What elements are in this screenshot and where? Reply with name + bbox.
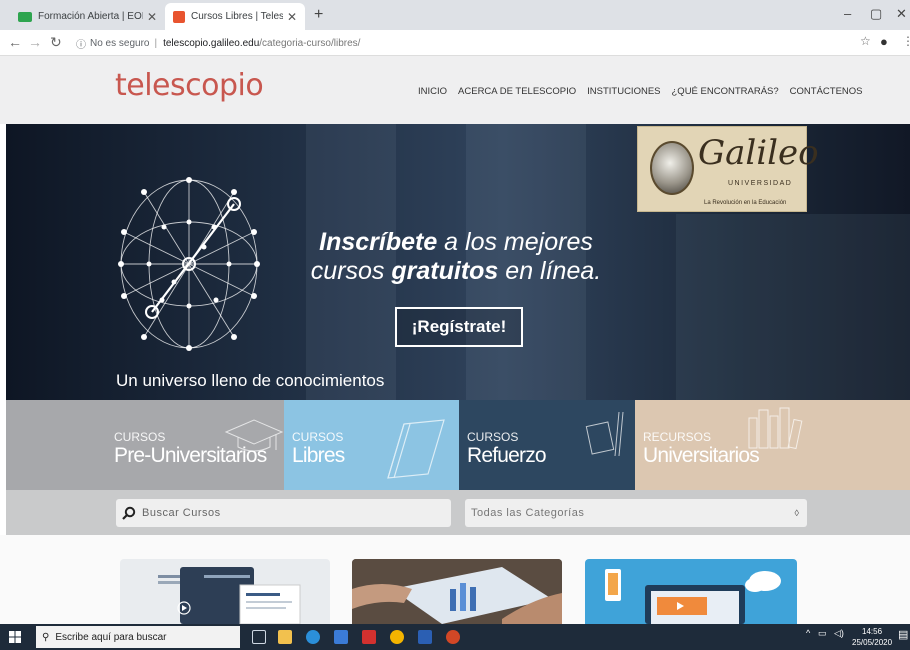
taskbar-clock[interactable]: 14:56 25/05/2020 bbox=[852, 626, 892, 648]
telescopio-favicon-icon bbox=[173, 10, 185, 23]
profile-icon[interactable]: ● bbox=[880, 34, 888, 49]
category-select[interactable]: Todas las Categorías ◊ bbox=[465, 499, 807, 527]
clock-date: 25/05/2020 bbox=[852, 638, 893, 647]
badge-name: Galileo bbox=[698, 133, 819, 173]
search-input[interactable]: Buscar Cursos bbox=[116, 499, 451, 527]
windows-start-icon[interactable] bbox=[9, 631, 21, 643]
category-universitarios[interactable]: RECURSOS Universitarios bbox=[635, 400, 910, 490]
url-host: telescopio.galileo.edu bbox=[163, 37, 260, 49]
browser-tab-eoi[interactable]: Formación Abierta | EOI ✕ bbox=[10, 3, 165, 30]
galileo-university-badge[interactable]: Galileo UNIVERSIDAD La Revolución en la … bbox=[637, 126, 819, 212]
hero-banner: Inscríbete a los mejores cursos gratuito… bbox=[6, 124, 910, 400]
nav-que-encontraras[interactable]: ¿QUÉ ENCONTRARÁS? bbox=[672, 86, 779, 97]
browser-tab-bar: Formación Abierta | EOI ✕ Cursos Libres … bbox=[0, 0, 910, 30]
tab-title: Cursos Libres | Telescopio bbox=[191, 11, 283, 22]
category-small-label: CURSOS bbox=[467, 430, 519, 444]
headline-text-1: a los mejores bbox=[437, 228, 593, 256]
browser-tab-telescopio[interactable]: Cursos Libres | Telescopio ✕ bbox=[165, 3, 305, 30]
security-label: No es seguro bbox=[90, 37, 150, 49]
notifications-icon[interactable]: ▤ bbox=[898, 628, 908, 641]
url-path: /categoria-curso/libres/ bbox=[259, 37, 361, 49]
nav-inicio[interactable]: INICIO bbox=[418, 86, 447, 97]
volume-icon[interactable]: ◁) bbox=[834, 628, 844, 639]
hero-headline: Inscríbete a los mejores cursos gratuito… bbox=[306, 228, 606, 286]
category-strip: CURSOS Pre-Universitarios CURSOS Libres … bbox=[6, 400, 910, 490]
search-strip: Buscar Cursos Todas las Categorías ◊ bbox=[6, 490, 910, 535]
maximize-icon[interactable]: ▢ bbox=[870, 6, 882, 22]
badge-subtitle: UNIVERSIDAD bbox=[728, 180, 793, 187]
tab-title: Formación Abierta | EOI bbox=[38, 11, 143, 22]
reload-icon[interactable]: ↻ bbox=[50, 34, 62, 51]
category-pre-universitarios[interactable]: CURSOS Pre-Universitarios bbox=[6, 400, 284, 490]
close-window-icon[interactable]: ✕ bbox=[896, 6, 907, 22]
tray-chevron-icon[interactable]: ^ bbox=[806, 628, 810, 638]
category-big-label: Universitarios bbox=[643, 444, 760, 467]
search-icon bbox=[122, 506, 136, 520]
minimize-icon[interactable]: – bbox=[844, 6, 851, 21]
site-header: telescopio INICIO ACERCA DE TELESCOPIO I… bbox=[0, 56, 910, 124]
taskbar-search[interactable]: ⚲ Escribe aquí para buscar bbox=[36, 626, 240, 648]
category-big-label: Libres bbox=[292, 444, 345, 467]
category-small-label: RECURSOS bbox=[643, 430, 712, 444]
category-select-value: Todas las Categorías bbox=[471, 507, 585, 519]
chrome-icon[interactable] bbox=[390, 630, 404, 644]
close-tab-icon[interactable]: ✕ bbox=[287, 10, 297, 24]
eoi-favicon-icon bbox=[18, 11, 32, 22]
site-logo[interactable]: telescopio bbox=[115, 68, 264, 103]
select-arrows-icon: ◊ bbox=[794, 508, 799, 518]
network-globe-icon bbox=[118, 177, 260, 351]
file-explorer-icon[interactable] bbox=[278, 630, 292, 644]
category-big-label: Pre-Universitarios bbox=[114, 444, 267, 467]
headline-bold-2: gratuitos bbox=[391, 257, 499, 285]
network-icon[interactable]: ▭ bbox=[818, 628, 827, 639]
new-tab-icon[interactable]: + bbox=[314, 6, 323, 24]
course-cards-area bbox=[0, 535, 910, 624]
headline-text-2a: cursos bbox=[310, 257, 392, 285]
bookmark-star-icon[interactable]: ☆ bbox=[860, 34, 871, 48]
galileo-bust-icon bbox=[650, 141, 694, 195]
hero-tagline: Un universo lleno de conocimientos bbox=[116, 371, 385, 390]
category-small-label: CURSOS bbox=[292, 430, 344, 444]
course-card[interactable] bbox=[352, 559, 562, 624]
info-icon[interactable]: ⓘ bbox=[76, 36, 86, 51]
windows-taskbar: ⚲ Escribe aquí para buscar ^ ▭ ◁) 14:56 … bbox=[0, 624, 910, 650]
close-tab-icon[interactable]: ✕ bbox=[147, 10, 157, 24]
nav-contactenos[interactable]: CONTÁCTENOS bbox=[790, 86, 863, 97]
back-icon[interactable]: ← bbox=[8, 34, 22, 50]
bg-window-light bbox=[676, 214, 910, 400]
badge-motto: La Revolución en la Educación bbox=[704, 200, 787, 206]
main-nav: INICIO ACERCA DE TELESCOPIO INSTITUCIONE… bbox=[418, 86, 863, 97]
headline-text-2b: en línea. bbox=[498, 257, 602, 285]
edge-browser-icon[interactable] bbox=[306, 630, 320, 644]
url-field[interactable]: ⓘ No es seguro | telescopio.galileo.edu /… bbox=[76, 34, 360, 52]
course-card[interactable] bbox=[585, 559, 797, 624]
task-view-icon[interactable] bbox=[252, 630, 266, 644]
notebook-pencil-icon bbox=[585, 411, 624, 457]
category-libres[interactable]: CURSOS Libres bbox=[284, 400, 459, 490]
headline-bold-1: Inscríbete bbox=[319, 228, 438, 256]
powerpoint-icon[interactable] bbox=[446, 630, 460, 644]
nav-acerca[interactable]: ACERCA DE TELESCOPIO bbox=[458, 86, 576, 97]
address-bar: ← → ↻ ⓘ No es seguro | telescopio.galile… bbox=[0, 30, 910, 56]
category-big-label: Refuerzo bbox=[467, 444, 547, 467]
word-icon[interactable] bbox=[418, 630, 432, 644]
store-icon[interactable] bbox=[334, 630, 348, 644]
clock-time: 14:56 bbox=[862, 627, 883, 636]
laptop-cloud-illustration-icon bbox=[605, 569, 781, 624]
search-icon: ⚲ bbox=[42, 631, 50, 643]
category-refuerzo[interactable]: CURSOS Refuerzo bbox=[459, 400, 635, 490]
category-small-label: CURSOS bbox=[114, 430, 166, 444]
course-card[interactable] bbox=[120, 559, 330, 624]
acrobat-icon[interactable] bbox=[362, 630, 376, 644]
search-placeholder: Buscar Cursos bbox=[142, 507, 221, 519]
register-button[interactable]: ¡Regístrate! bbox=[395, 307, 523, 347]
taskbar-search-placeholder: Escribe aquí para buscar bbox=[55, 631, 167, 643]
menu-icon[interactable]: ⋮ bbox=[902, 34, 910, 48]
forward-icon[interactable]: → bbox=[28, 34, 42, 50]
book-icon bbox=[387, 419, 445, 479]
nav-instituciones[interactable]: INSTITUCIONES bbox=[587, 86, 660, 97]
tablet-hands-illustration-icon bbox=[352, 559, 562, 624]
devices-illustration-icon bbox=[158, 567, 301, 624]
